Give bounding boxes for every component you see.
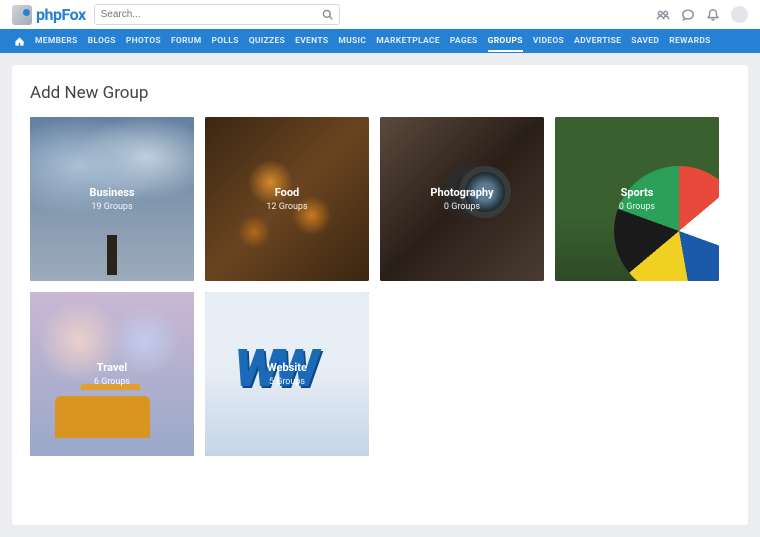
brand-name: phpFox	[36, 5, 86, 24]
category-card[interactable]: Website 5 Groups	[205, 292, 369, 456]
category-overlay: Sports 0 Groups	[555, 117, 719, 281]
category-count: 6 Groups	[94, 377, 130, 387]
category-card[interactable]: Travel 6 Groups	[30, 292, 194, 456]
header-actions	[656, 6, 748, 23]
top-header: phpFox	[0, 0, 760, 29]
nav-members[interactable]: MEMBERS	[35, 36, 78, 46]
page-title: Add New Group	[30, 83, 730, 103]
category-overlay: Travel 6 Groups	[30, 292, 194, 456]
search-input[interactable]	[101, 9, 322, 20]
notifications-icon[interactable]	[706, 8, 720, 22]
logo-icon	[12, 5, 32, 25]
nav-pages[interactable]: PAGES	[450, 36, 478, 46]
category-overlay: Business 19 Groups	[30, 117, 194, 281]
category-count: 5 Groups	[269, 377, 305, 387]
nav-music[interactable]: MUSIC	[338, 36, 366, 46]
category-card[interactable]: Food 12 Groups	[205, 117, 369, 281]
category-count: 19 Groups	[91, 202, 132, 212]
nav-blogs[interactable]: BLOGS	[88, 36, 116, 46]
nav-polls[interactable]: POLLS	[211, 36, 238, 46]
category-overlay: Photography 0 Groups	[380, 117, 544, 281]
nav-events[interactable]: EVENTS	[295, 36, 328, 46]
category-name: Travel	[97, 361, 127, 374]
nav-quizzes[interactable]: QUIZZES	[249, 36, 285, 46]
category-grid: Business 19 Groups Food 12 Groups Photograph…	[30, 117, 730, 456]
nav-forum[interactable]: FORUM	[171, 36, 202, 46]
category-name: Photography	[430, 186, 493, 199]
avatar[interactable]	[731, 6, 748, 23]
category-name: Food	[275, 186, 300, 199]
category-name: Website	[267, 361, 307, 374]
search-icon	[322, 9, 333, 20]
category-count: 12 Groups	[266, 202, 307, 212]
friends-icon[interactable]	[656, 8, 670, 22]
nav-rewards[interactable]: REWARDS	[669, 36, 711, 46]
nav-videos[interactable]: VIDEOS	[533, 36, 564, 46]
main-nav: MEMBERS BLOGS PHOTOS FORUM POLLS QUIZZES…	[0, 29, 760, 53]
category-card[interactable]: Business 19 Groups	[30, 117, 194, 281]
home-icon[interactable]	[14, 36, 25, 47]
content-panel: Add New Group Business 19 Groups Food 12 Gr…	[12, 65, 748, 525]
brand-logo[interactable]: phpFox	[12, 5, 86, 25]
category-name: Business	[89, 186, 134, 199]
nav-advertise[interactable]: ADVERTISE	[574, 36, 621, 46]
category-count: 0 Groups	[444, 202, 480, 212]
nav-groups[interactable]: GROUPS	[488, 36, 523, 46]
category-overlay: Website 5 Groups	[205, 292, 369, 456]
messages-icon[interactable]	[681, 8, 695, 22]
search-box[interactable]	[94, 4, 340, 25]
category-name: Sports	[621, 186, 654, 199]
category-overlay: Food 12 Groups	[205, 117, 369, 281]
page-body: Add New Group Business 19 Groups Food 12 Gr…	[0, 53, 760, 537]
nav-saved[interactable]: SAVED	[631, 36, 659, 46]
nav-marketplace[interactable]: MARKETPLACE	[376, 36, 440, 46]
category-card[interactable]: Photography 0 Groups	[380, 117, 544, 281]
category-count: 0 Groups	[619, 202, 655, 212]
nav-photos[interactable]: PHOTOS	[126, 36, 161, 46]
category-card[interactable]: Sports 0 Groups	[555, 117, 719, 281]
